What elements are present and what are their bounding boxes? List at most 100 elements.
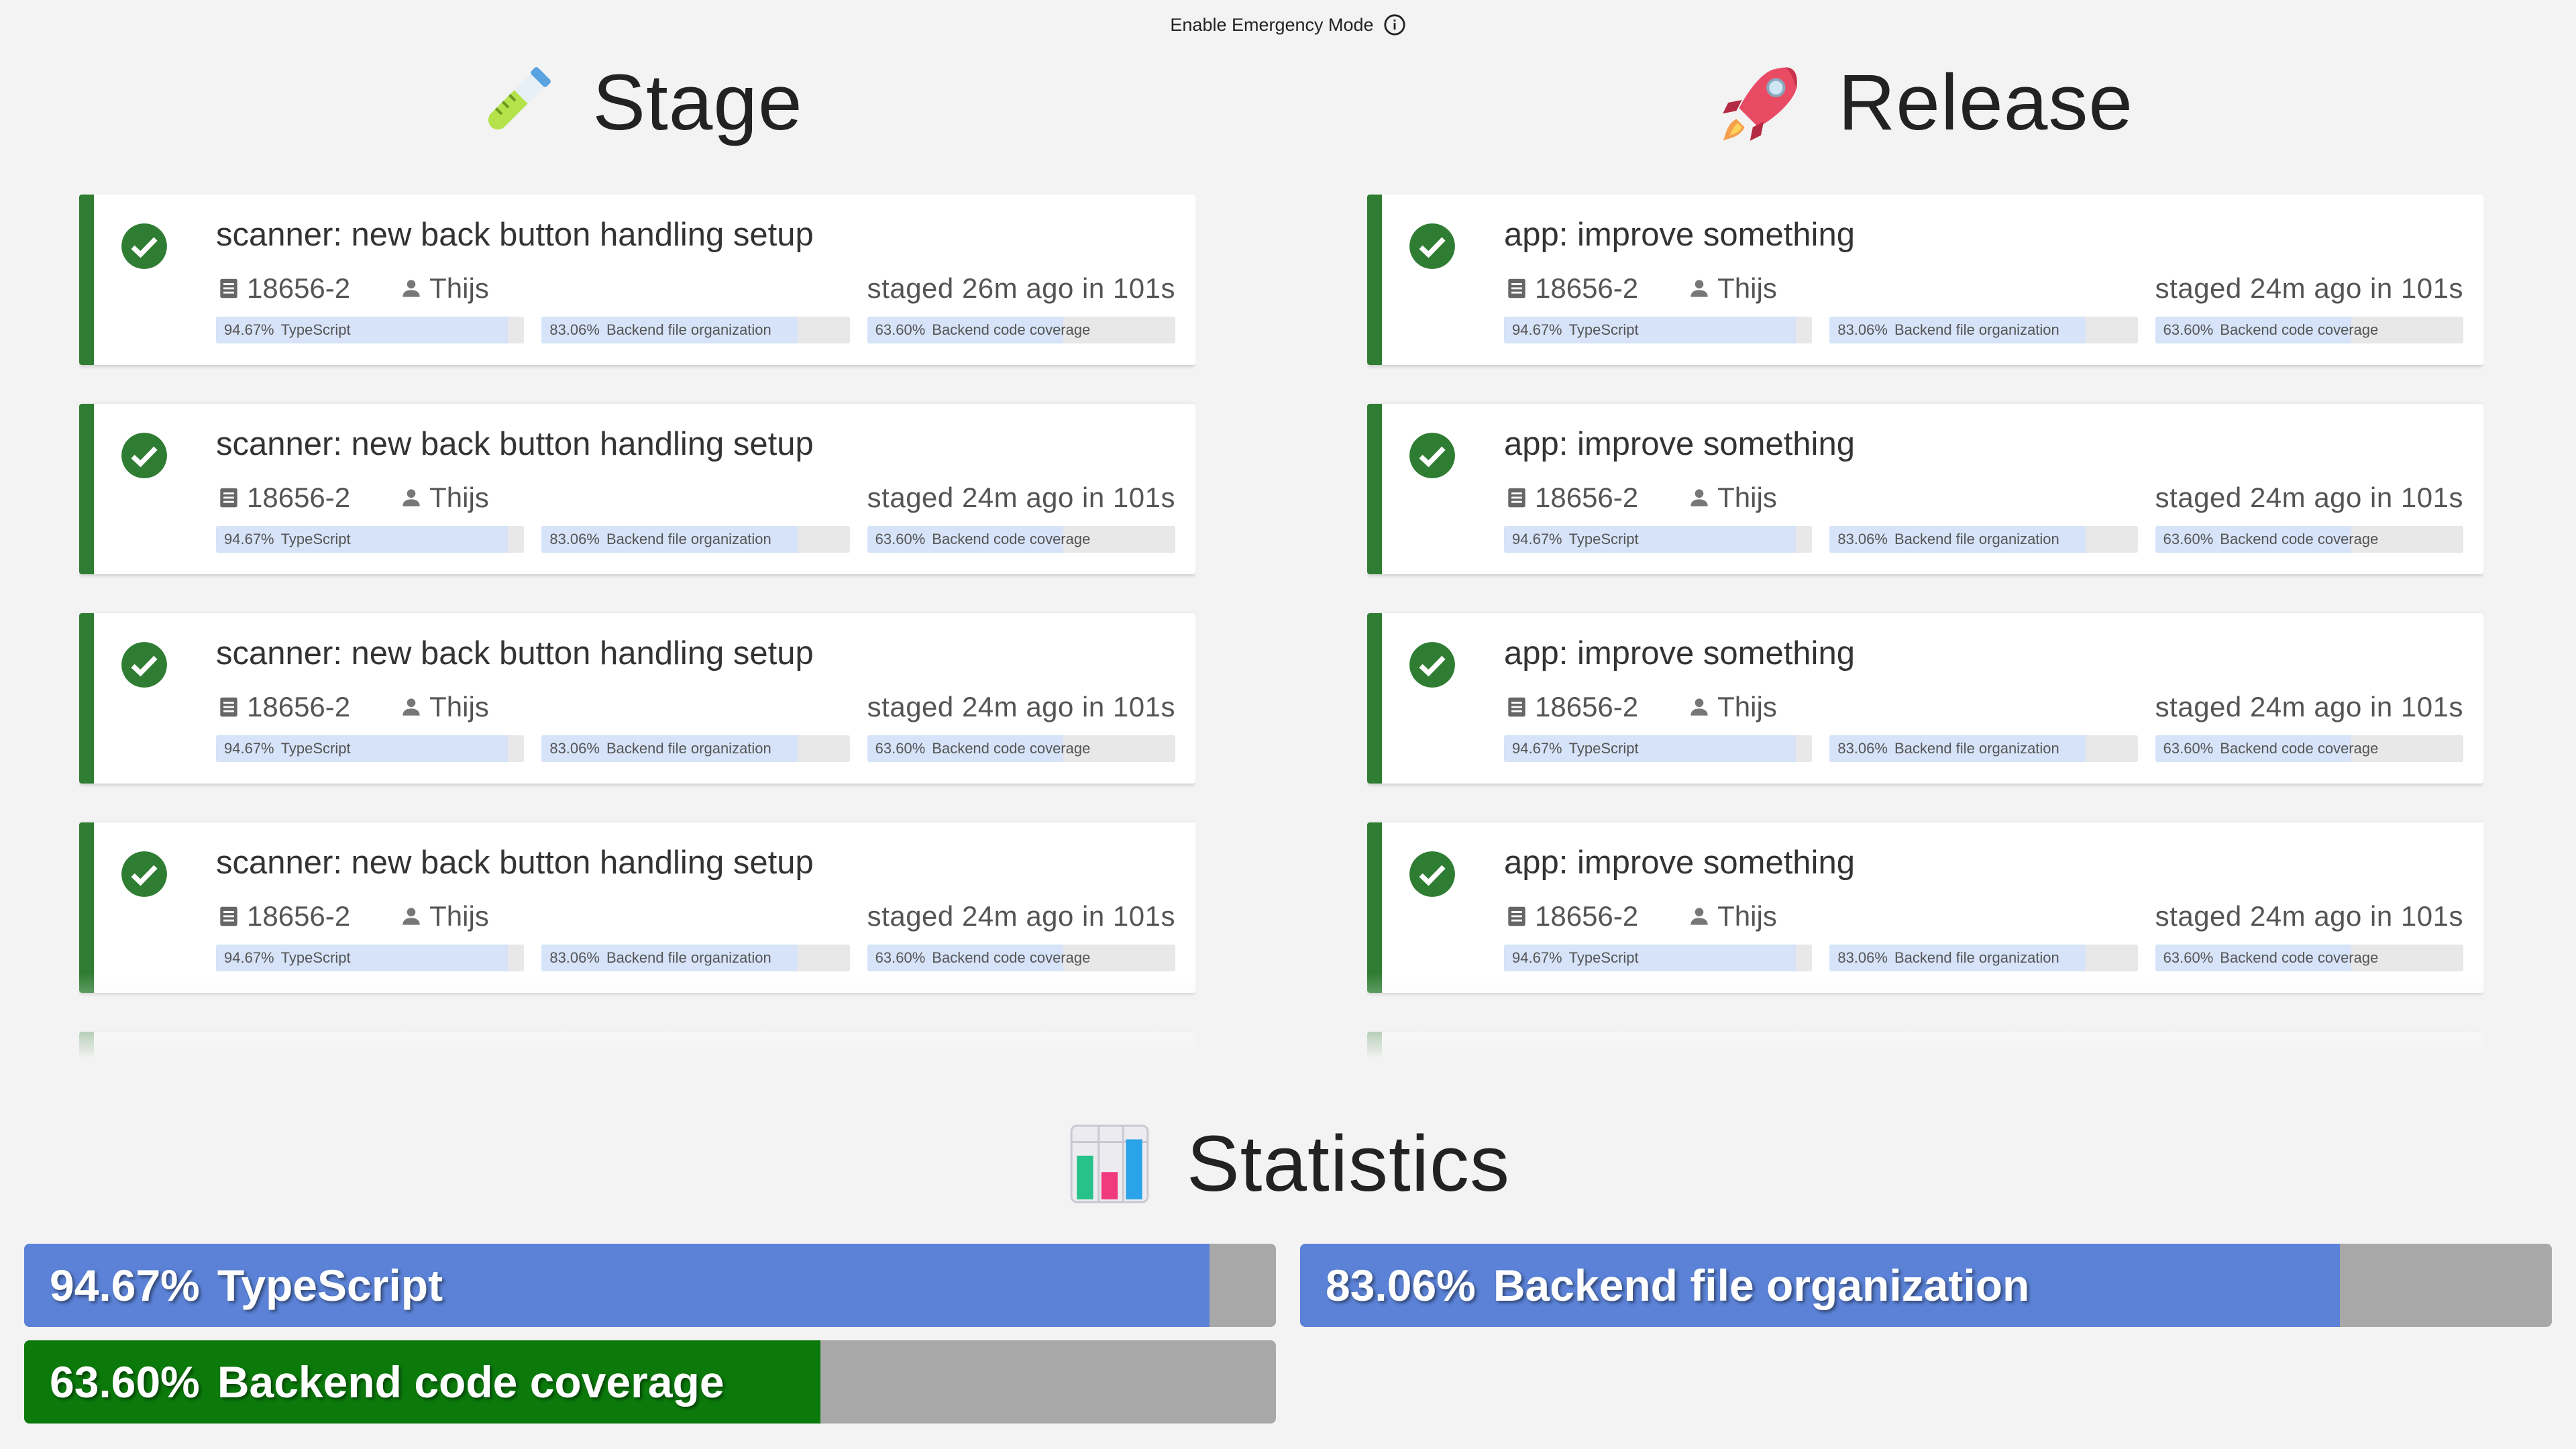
check-circle-icon — [121, 223, 167, 269]
build-card[interactable]: app: improve something 18656-2 Thijs sta… — [1367, 404, 2483, 574]
build-user: Thijs — [398, 900, 489, 932]
emergency-mode-toggle[interactable]: Enable Emergency Mode — [0, 13, 2576, 36]
stat-bar-backend-code-coverage: 63.60% Backend code coverage — [867, 317, 1175, 343]
statistic-pct: 63.60% — [50, 1357, 200, 1407]
document-icon — [220, 906, 237, 926]
build-user-text: Thijs — [429, 691, 489, 722]
emergency-mode-label[interactable]: Enable Emergency Mode — [1170, 15, 1373, 36]
stat-bar-typescript: 94.67% TypeScript — [216, 945, 525, 971]
build-title: scanner: new back button handling setup — [216, 1054, 814, 1073]
build-id-text: 18656-2 — [247, 691, 351, 722]
build-user-text: Thijs — [1717, 691, 1777, 722]
build-user: Thijs — [1686, 900, 1777, 932]
build-staged-time: staged 24m ago in 101s — [2155, 900, 2463, 932]
build-card[interactable]: app: improve something 18656-2 Thijs sta… — [1367, 613, 2483, 784]
statistic-bar-typescript: 94.67% TypeScript — [24, 1244, 1276, 1327]
person-icon — [402, 698, 420, 716]
build-user-text: Thijs — [1717, 272, 1777, 304]
document-icon — [220, 278, 237, 299]
build-id: 18656-2 — [1504, 900, 1638, 932]
stage-build-list: scanner: new back button handling setup … — [79, 195, 1195, 1073]
stat-bar-backend-code-coverage: 63.60% Backend code coverage — [2155, 317, 2463, 343]
build-id-text: 18656-2 — [247, 482, 351, 513]
build-card[interactable]: scanner: new back button handling setup … — [79, 195, 1195, 365]
build-card[interactable]: app: improve something — [1367, 1032, 2483, 1073]
stat-bar-typescript: 94.67% TypeScript — [1504, 945, 1813, 971]
build-stats: 94.67% TypeScript 83.06% Backend file orga… — [1504, 526, 2463, 553]
document-icon — [220, 488, 237, 508]
build-user: Thijs — [1686, 482, 1777, 514]
build-user: Thijs — [398, 691, 489, 723]
stat-bar-backend-code-coverage: 63.60% Backend code coverage — [867, 735, 1175, 762]
build-stats: 94.67% TypeScript 83.06% Backend file orga… — [216, 735, 1175, 762]
statistic-pct: 83.06% — [1326, 1260, 1476, 1310]
build-card[interactable]: app: improve something 18656-2 Thijs sta… — [1367, 195, 2483, 365]
build-user-text: Thijs — [1717, 482, 1777, 513]
build-card[interactable]: scanner: new back button handling setup … — [79, 613, 1195, 784]
stat-bar-backend-file-organization: 83.06% Backend file organization — [1829, 735, 2138, 762]
build-user-text: Thijs — [1717, 900, 1777, 932]
build-id: 18656-2 — [1504, 272, 1638, 305]
build-staged-time: staged 24m ago in 101s — [2155, 272, 2463, 304]
person-icon — [1690, 698, 1708, 716]
build-id: 18656-2 — [216, 482, 350, 514]
statistic-label: TypeScript — [217, 1260, 443, 1310]
build-user-text: Thijs — [429, 482, 489, 513]
statistic-label: Backend file organization — [1493, 1260, 2030, 1310]
build-title: scanner: new back button handling setup — [216, 426, 814, 462]
build-user-text: Thijs — [429, 272, 489, 304]
check-circle-icon — [1409, 851, 1455, 897]
build-id-text: 18656-2 — [247, 900, 351, 932]
stat-bar-backend-code-coverage: 63.60% Backend code coverage — [867, 945, 1175, 971]
bar-chart-icon — [1070, 1124, 1149, 1203]
stat-bar-typescript: 94.67% TypeScript — [216, 735, 525, 762]
build-id-text: 18656-2 — [1535, 900, 1639, 932]
build-staged-time: staged 24m ago in 101s — [2155, 691, 2463, 722]
build-id-text: 18656-2 — [1535, 482, 1639, 513]
statistic-bar-backend-file-organization: 83.06% Backend file organization — [1300, 1244, 2552, 1327]
check-circle-icon — [1409, 433, 1455, 478]
build-title: app: improve something — [1504, 426, 1855, 462]
document-icon — [1508, 697, 1525, 717]
build-card[interactable]: scanner: new back button handling setup — [79, 1032, 1195, 1073]
stat-bar-backend-file-organization: 83.06% Backend file organization — [541, 526, 850, 553]
person-icon — [402, 908, 420, 925]
stage-title: Stage — [592, 58, 803, 147]
stat-bar-backend-file-organization: 83.06% Backend file organization — [1829, 526, 2138, 553]
build-card[interactable]: app: improve something 18656-2 Thijs sta… — [1367, 822, 2483, 993]
document-icon — [1508, 906, 1525, 926]
build-staged-time: staged 24m ago in 101s — [867, 691, 1175, 722]
person-icon — [402, 489, 420, 506]
document-icon — [220, 697, 237, 717]
stat-bar-backend-code-coverage: 63.60% Backend code coverage — [867, 526, 1175, 553]
build-id-text: 18656-2 — [247, 272, 351, 304]
release-build-list: app: improve something 18656-2 Thijs sta… — [1367, 195, 2483, 1073]
stat-bar-backend-code-coverage: 63.60% Backend code coverage — [2155, 945, 2463, 971]
build-id: 18656-2 — [1504, 482, 1638, 514]
build-user: Thijs — [1686, 691, 1777, 723]
build-staged-time: staged 24m ago in 101s — [867, 482, 1175, 513]
check-circle-icon — [123, 1061, 165, 1073]
build-staged-time: staged 26m ago in 101s — [867, 272, 1175, 304]
stat-bar-typescript: 94.67% TypeScript — [1504, 735, 1813, 762]
stat-bar-backend-file-organization: 83.06% Backend file organization — [1829, 945, 2138, 971]
build-card[interactable]: scanner: new back button handling setup … — [79, 822, 1195, 993]
build-title: scanner: new back button handling setup — [216, 217, 814, 253]
build-title: scanner: new back button handling setup — [216, 845, 814, 881]
build-stats: 94.67% TypeScript 83.06% Backend file orga… — [1504, 317, 2463, 343]
person-icon — [402, 280, 420, 297]
build-user-text: Thijs — [429, 900, 489, 932]
build-title: scanner: new back button handling setup — [216, 635, 814, 672]
build-staged-time: staged 24m ago in 101s — [867, 900, 1175, 932]
build-stats: 94.67% TypeScript 83.06% Backend file orga… — [216, 945, 1175, 971]
document-icon — [1508, 488, 1525, 508]
build-user: Thijs — [398, 482, 489, 514]
build-id-text: 18656-2 — [1535, 272, 1639, 304]
rocket-icon — [1723, 67, 1797, 141]
build-card[interactable]: scanner: new back button handling setup … — [79, 404, 1195, 574]
person-icon — [1690, 280, 1708, 297]
stat-bar-backend-file-organization: 83.06% Backend file organization — [541, 945, 850, 971]
stat-bar-backend-file-organization: 83.06% Backend file organization — [541, 317, 850, 343]
statistic-label: Backend code coverage — [217, 1357, 724, 1407]
info-icon[interactable] — [1383, 13, 1406, 36]
